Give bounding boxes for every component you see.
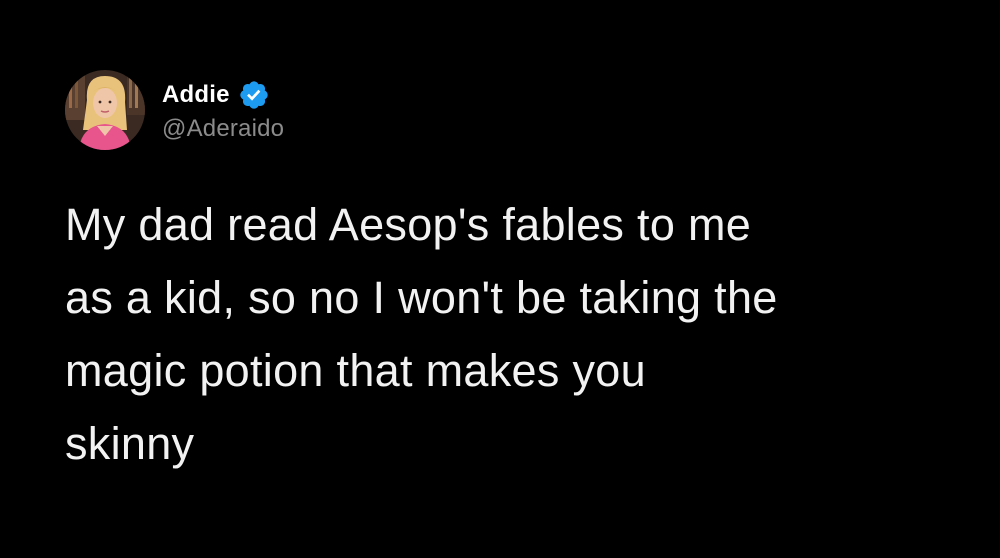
tweet-header: Addie @Aderaido xyxy=(65,70,284,150)
author-names: Addie @Aderaido xyxy=(162,77,284,143)
tweet-text: My dad read Aesop's fables to me as a ki… xyxy=(65,199,778,469)
author-handle[interactable]: @Aderaido xyxy=(162,115,284,143)
verified-badge-icon xyxy=(238,79,270,111)
display-name[interactable]: Addie xyxy=(162,81,230,109)
avatar-image xyxy=(65,70,145,150)
display-name-row: Addie xyxy=(162,77,284,113)
tweet-card: Addie @Aderaido My dad read Aesop's fabl… xyxy=(0,0,1000,558)
avatar[interactable] xyxy=(65,70,145,150)
